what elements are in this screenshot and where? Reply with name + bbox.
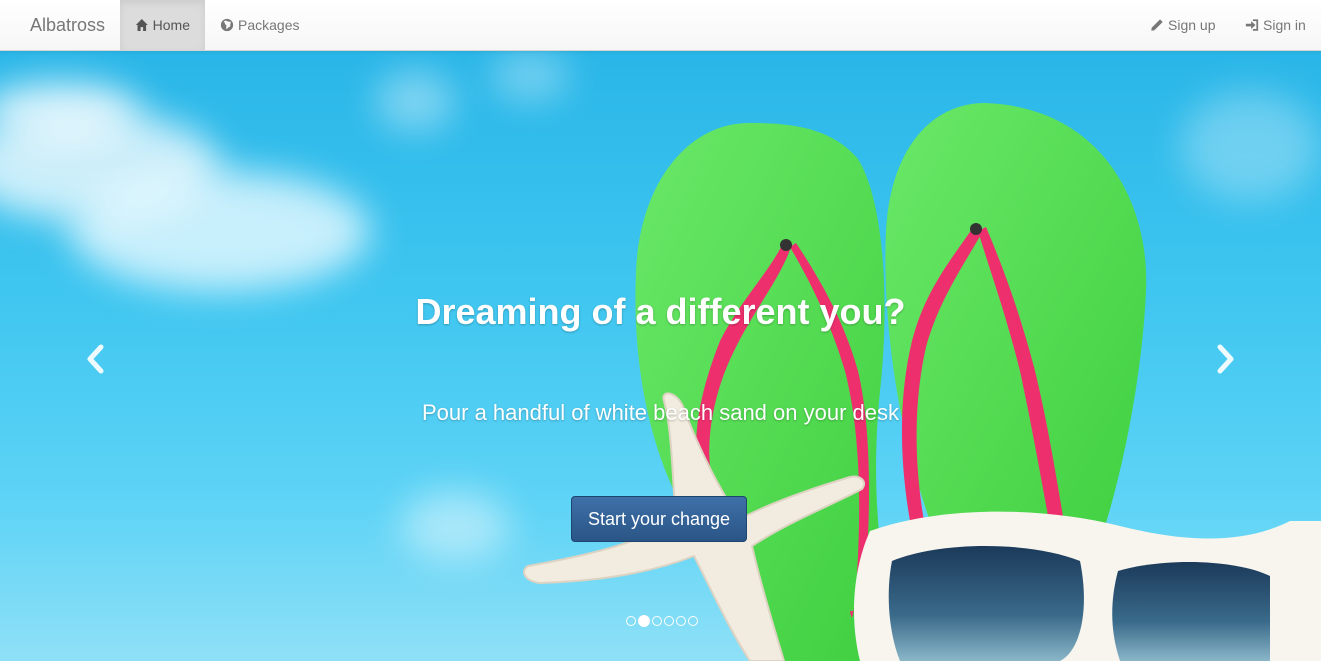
carousel-indicator-dot[interactable] bbox=[676, 616, 686, 626]
carousel-prev-button[interactable] bbox=[76, 339, 116, 379]
beach-scene-image bbox=[523, 103, 1321, 661]
start-change-button[interactable]: Start your change bbox=[571, 496, 747, 542]
chevron-left-icon bbox=[87, 344, 104, 374]
nav-home-label: Home bbox=[152, 17, 190, 33]
chevron-right-icon bbox=[1217, 344, 1234, 374]
log-in-icon bbox=[1245, 19, 1259, 31]
nav-packages[interactable]: Packages bbox=[205, 0, 314, 50]
globe-icon bbox=[220, 18, 234, 32]
pencil-icon bbox=[1151, 19, 1163, 31]
carousel-subtitle: Pour a handful of white beach sand on yo… bbox=[422, 400, 899, 425]
brand-link[interactable]: Albatross bbox=[30, 15, 105, 36]
carousel-indicator-dot[interactable] bbox=[638, 615, 650, 627]
hero-carousel: Dreaming of a different you? Pour a hand… bbox=[0, 51, 1321, 661]
nav-sign-in[interactable]: Sign in bbox=[1230, 0, 1321, 50]
carousel-indicator-dot[interactable] bbox=[688, 616, 698, 626]
top-navbar: Albatross Home Packages Sign up Sign in bbox=[0, 0, 1321, 51]
nav-packages-label: Packages bbox=[238, 17, 300, 33]
carousel-indicator-dot[interactable] bbox=[652, 616, 662, 626]
carousel-indicator-dot[interactable] bbox=[626, 616, 636, 626]
home-icon bbox=[135, 19, 148, 31]
nav-sign-in-label: Sign in bbox=[1263, 17, 1306, 33]
carousel-next-button[interactable] bbox=[1205, 339, 1245, 379]
carousel-indicators bbox=[626, 615, 698, 627]
sunglasses-lens bbox=[888, 546, 1084, 661]
carousel-indicator-dot[interactable] bbox=[664, 616, 674, 626]
nav-sign-up-label: Sign up bbox=[1168, 17, 1216, 33]
carousel-title: Dreaming of a different you? bbox=[415, 291, 906, 332]
nav-sign-up[interactable]: Sign up bbox=[1135, 0, 1230, 50]
nav-home[interactable]: Home bbox=[120, 0, 205, 50]
sunglasses-lens bbox=[1112, 561, 1270, 661]
